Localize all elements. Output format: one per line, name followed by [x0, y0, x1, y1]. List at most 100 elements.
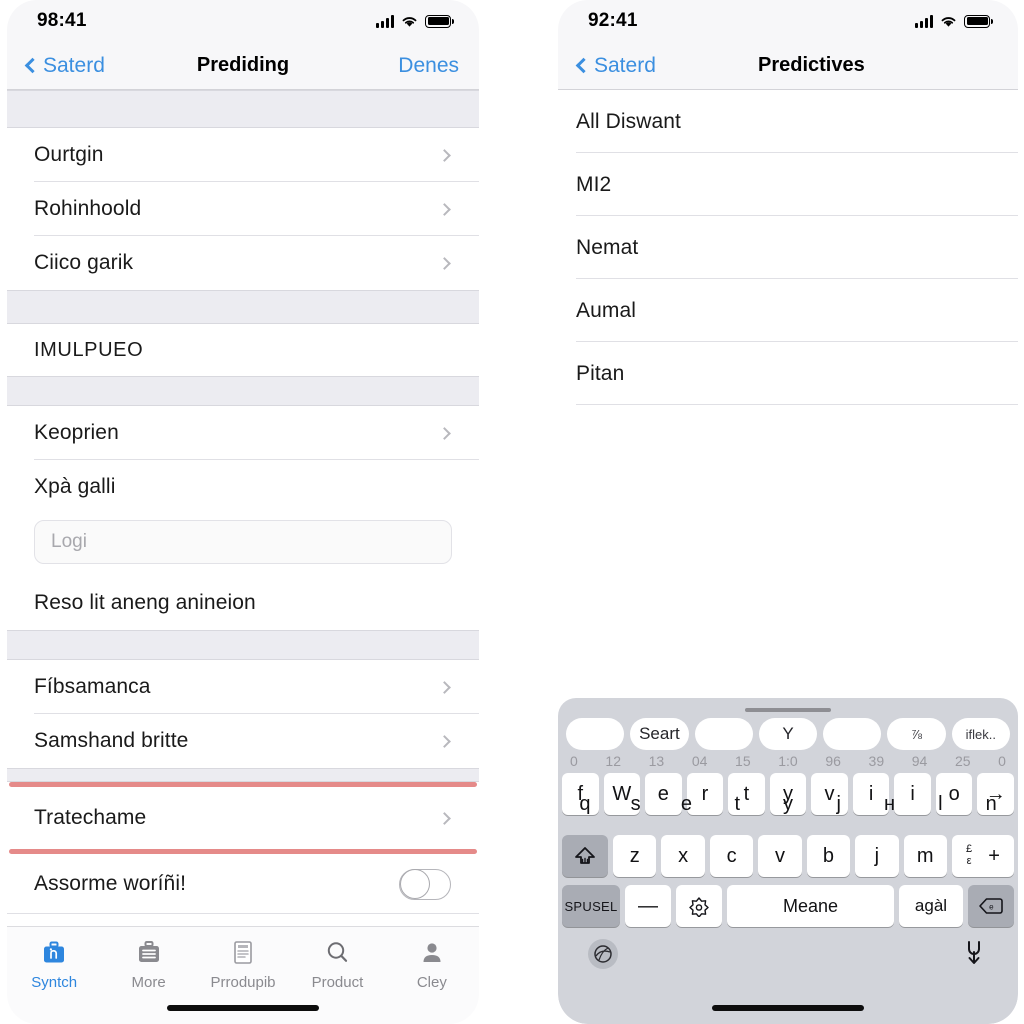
suggestion-chip[interactable]: iflek..: [951, 718, 1010, 750]
key-plus-label: +: [988, 844, 1000, 867]
home-indicator: [712, 1005, 864, 1011]
list-item-label: Ourtgin: [34, 143, 104, 166]
key-currency-plus[interactable]: £ ε +: [951, 835, 1014, 877]
tab-syntch[interactable]: Syntch: [7, 937, 101, 991]
section-gap: [7, 768, 479, 782]
key-q[interactable]: q: [562, 787, 608, 821]
back-button[interactable]: Saterd: [24, 53, 105, 78]
key-return[interactable]: agàl: [899, 885, 963, 927]
suggestion-chip[interactable]: Y: [758, 718, 818, 750]
key-j-2[interactable]: j: [855, 835, 899, 877]
mic-icon[interactable]: [962, 939, 988, 969]
text-field-container: [7, 514, 479, 576]
key-e-2[interactable]: e: [664, 787, 710, 821]
key-c[interactable]: c: [709, 835, 754, 877]
key-s[interactable]: s: [613, 787, 659, 821]
back-button[interactable]: Saterd: [575, 54, 656, 78]
field-group-title-row: Xpà galli: [7, 460, 479, 514]
briefcase-icon: [40, 937, 68, 969]
shift-icon[interactable]: [562, 835, 609, 877]
keyboard-row-overlay: q s e t y j н l n: [558, 787, 1018, 821]
key-y-2[interactable]: y: [765, 787, 811, 821]
list-item-highlighted[interactable]: Tratechame: [7, 787, 479, 849]
key-space[interactable]: Meane: [727, 885, 894, 927]
list-item[interactable]: Samshand britte: [7, 714, 479, 768]
tab-prrodupib[interactable]: Prrodupib: [196, 937, 290, 991]
toggle-row[interactable]: Assorme woríñi!: [7, 854, 479, 914]
list-item[interactable]: Nemat: [558, 216, 1018, 279]
status-indicators: [376, 14, 454, 28]
keyboard-row-2: z x c v b j m £ ε +: [558, 835, 1018, 877]
globe-icon[interactable]: [588, 939, 618, 969]
key-n[interactable]: n: [968, 787, 1014, 821]
suggestion-chip[interactable]: ⅞: [887, 718, 946, 750]
keyboard-bottom-row: [558, 927, 1018, 969]
left-settings-list: Ourtgin Rohinhoold Ciico garik IMULPUEO: [7, 90, 479, 914]
number-hint: 1:0: [778, 753, 798, 769]
wifi-icon: [402, 16, 417, 27]
suggestion-chip[interactable]: [566, 718, 625, 750]
tab-label: Syntch: [31, 974, 78, 991]
list-item-label: Pitan: [576, 361, 625, 385]
key-n-cyr[interactable]: н: [867, 787, 913, 821]
key-dash[interactable]: —: [625, 885, 671, 927]
key-m[interactable]: m: [903, 835, 947, 877]
field-caption-row: Reso lit aneng anineion: [7, 576, 479, 630]
number-hint: 15: [735, 753, 751, 769]
tab-label: Cley: [416, 974, 447, 991]
key-l[interactable]: l: [917, 787, 963, 821]
number-hint: 12: [605, 753, 621, 769]
number-hint-row: 0 12 13 04 15 1:0 96 39 94 25 0: [558, 751, 1018, 770]
emoji-icon[interactable]: [676, 885, 722, 927]
key-z[interactable]: z: [613, 835, 657, 877]
keyboard-grabber[interactable]: [745, 708, 831, 712]
list-item[interactable]: Ourtgin: [7, 128, 479, 182]
list-item[interactable]: Ciico garik: [7, 236, 479, 290]
suggestion-chip[interactable]: [694, 718, 753, 750]
left-phone-screen: 98:41 Saterd Prediding Denes Ourtgin Roh…: [7, 0, 479, 1024]
field-group-title: Xpà galli: [34, 475, 116, 498]
nav-right-action[interactable]: Denes: [398, 54, 459, 78]
chevron-left-icon: [575, 57, 592, 74]
chevron-right-icon: [438, 734, 451, 748]
row-separator: [7, 913, 479, 914]
key-x[interactable]: x: [661, 835, 705, 877]
tab-more[interactable]: More: [101, 937, 195, 991]
suggestion-chip[interactable]: [823, 718, 882, 750]
battery-full-icon: [964, 14, 993, 28]
on-screen-keyboard: Seart Y ⅞ iflek.. 0 12 13 04 15 1:0 96 3…: [558, 698, 1018, 1024]
tab-label: Product: [311, 974, 364, 991]
tab-product[interactable]: Product: [290, 937, 384, 991]
toggle-row-label: Assorme woríñi!: [34, 872, 187, 895]
assorme-toggle[interactable]: [399, 868, 451, 900]
log-input[interactable]: [34, 520, 452, 564]
list-item-label: Ciico garik: [34, 251, 134, 274]
key-spusel[interactable]: SPUSEL: [562, 885, 620, 927]
key-t-2[interactable]: t: [714, 787, 760, 821]
list-item[interactable]: MI2: [558, 153, 1018, 216]
tab-cley[interactable]: Cley: [385, 937, 479, 991]
delete-icon[interactable]: e: [968, 885, 1014, 927]
list-item[interactable]: Rohinhoold: [7, 182, 479, 236]
chevron-right-icon: [438, 148, 451, 162]
number-hint: 04: [691, 753, 708, 769]
list-item[interactable]: Aumal: [558, 279, 1018, 342]
row-separator: [576, 404, 1018, 405]
status-indicators: [915, 14, 993, 28]
list-item-label: Tratechame: [34, 806, 147, 829]
list-item[interactable]: Keoprien: [7, 406, 479, 460]
key-j[interactable]: j: [816, 787, 862, 821]
field-caption: Reso lit aneng anineion: [34, 591, 256, 614]
list-item[interactable]: Fíbsamanca: [7, 660, 479, 714]
back-button-label: Saterd: [43, 53, 105, 77]
key-v-2[interactable]: v: [758, 835, 802, 877]
suggestion-chip[interactable]: Seart: [630, 718, 689, 750]
section-header-label: IMULPUEO: [34, 338, 144, 361]
key-b[interactable]: b: [806, 835, 851, 877]
chevron-right-icon: [438, 256, 451, 270]
home-indicator: [167, 1005, 319, 1011]
left-status-bar: 98:41: [7, 0, 479, 42]
list-item[interactable]: Pitan: [558, 342, 1018, 405]
list-item[interactable]: All Diswant: [558, 90, 1018, 153]
person-icon: [419, 937, 445, 969]
